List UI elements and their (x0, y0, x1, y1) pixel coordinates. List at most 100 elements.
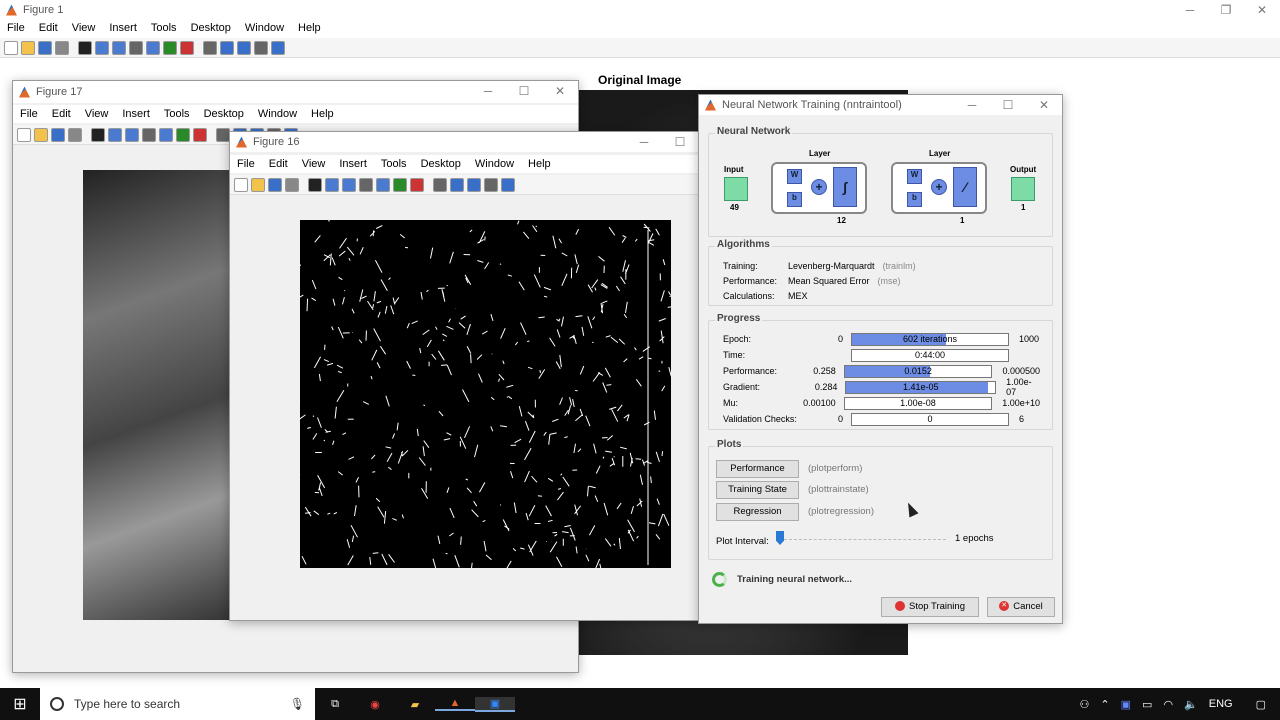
menu-view[interactable]: View (295, 155, 333, 173)
menu-edit[interactable]: Edit (32, 19, 65, 37)
stop-training-button[interactable]: Stop Training (881, 597, 979, 617)
menu-insert[interactable]: Insert (102, 19, 144, 37)
menu-edit[interactable]: Edit (262, 155, 295, 173)
brush-icon[interactable] (410, 177, 424, 192)
maximize-button[interactable]: ☐ (506, 81, 542, 101)
data-cursor-icon[interactable] (176, 127, 190, 142)
link-icon[interactable] (450, 177, 464, 192)
brush-icon[interactable] (180, 40, 194, 55)
menu-file[interactable]: File (0, 19, 32, 37)
new-icon[interactable] (17, 127, 31, 142)
menu-window[interactable]: Window (468, 155, 521, 173)
new-icon[interactable] (234, 177, 248, 192)
plot-regression-button[interactable]: Regression (716, 503, 799, 521)
maximize-button[interactable]: ☐ (662, 132, 698, 152)
language-indicator[interactable]: ENG (1209, 698, 1233, 710)
cancel-button[interactable]: ✕ Cancel (987, 597, 1055, 617)
menu-desktop[interactable]: Desktop (197, 105, 251, 123)
pan-icon[interactable] (142, 127, 156, 142)
show-hidden-icons[interactable]: ⌃ (1100, 698, 1109, 711)
menu-insert[interactable]: Insert (115, 105, 157, 123)
menu-tools[interactable]: Tools (157, 105, 197, 123)
minimize-button[interactable]: ─ (954, 95, 990, 115)
task-view-icon[interactable]: ⧉ (315, 698, 355, 711)
dropdown-icon[interactable] (433, 177, 447, 192)
menu-view[interactable]: View (78, 105, 116, 123)
menu-view[interactable]: View (65, 19, 103, 37)
minimize-button[interactable]: ─ (470, 81, 506, 101)
save-icon[interactable] (51, 127, 65, 142)
minimize-button[interactable]: ─ (1172, 0, 1208, 20)
rotate-icon[interactable] (159, 127, 173, 142)
minimize-button[interactable]: ─ (626, 132, 662, 152)
print-icon[interactable] (68, 127, 82, 142)
chrome-icon[interactable]: ◉ (355, 698, 395, 711)
microphone-icon[interactable]: 🎙 (290, 697, 305, 711)
open-icon[interactable] (34, 127, 48, 142)
pointer-icon[interactable] (91, 127, 105, 142)
rotate-icon[interactable] (376, 177, 390, 192)
property-icon[interactable] (271, 40, 285, 55)
start-button[interactable]: ⊞ (0, 694, 40, 714)
menu-file[interactable]: File (13, 105, 45, 123)
brush-icon[interactable] (193, 127, 207, 142)
colorbar-icon[interactable] (467, 177, 481, 192)
menu-window[interactable]: Window (251, 105, 304, 123)
colorbar-icon[interactable] (237, 40, 251, 55)
menu-desktop[interactable]: Desktop (184, 19, 238, 37)
plot-interval-slider[interactable] (779, 539, 946, 542)
legend-icon[interactable] (484, 177, 498, 192)
data-cursor-icon[interactable] (393, 177, 407, 192)
zoom-out-icon[interactable] (342, 177, 356, 192)
pointer-icon[interactable] (308, 177, 322, 192)
notifications-icon[interactable]: ▢ (1256, 698, 1266, 711)
close-button[interactable]: ✕ (542, 81, 578, 101)
plot-training-state-button[interactable]: Training State (716, 481, 799, 499)
matlab-taskbar-icon[interactable]: ▲ (435, 697, 475, 711)
zoom-in-icon[interactable] (325, 177, 339, 192)
open-icon[interactable] (251, 177, 265, 192)
menu-help[interactable]: Help (291, 19, 328, 37)
menu-file[interactable]: File (230, 155, 262, 173)
rotate-icon[interactable] (146, 40, 160, 55)
search-box[interactable]: Type here to search 🎙 (40, 688, 315, 720)
zoom-out-icon[interactable] (112, 40, 126, 55)
app-taskbar-icon[interactable]: ▣ (475, 696, 515, 712)
file-explorer-icon[interactable]: ▰ (395, 698, 435, 711)
volume-icon[interactable]: 🔈 (1184, 698, 1198, 711)
zoom-in-icon[interactable] (108, 127, 122, 142)
legend-icon[interactable] (254, 40, 268, 55)
maximize-button[interactable]: ❐ (1208, 0, 1244, 20)
save-icon[interactable] (268, 177, 282, 192)
print-icon[interactable] (285, 177, 299, 192)
plot-performance-button[interactable]: Performance (716, 460, 799, 478)
data-cursor-icon[interactable] (163, 40, 177, 55)
menu-desktop[interactable]: Desktop (414, 155, 468, 173)
tray-app-icon[interactable]: ▣ (1121, 698, 1131, 711)
dropdown-icon[interactable] (203, 40, 217, 55)
link-icon[interactable] (220, 40, 234, 55)
property-icon[interactable] (501, 177, 515, 192)
new-icon[interactable] (4, 40, 18, 55)
maximize-button[interactable]: ☐ (990, 95, 1026, 115)
print-icon[interactable] (55, 40, 69, 55)
close-button[interactable]: ✕ (1026, 95, 1062, 115)
dropdown-icon[interactable] (216, 127, 230, 142)
close-button[interactable]: ✕ (1244, 0, 1280, 20)
battery-icon[interactable]: ▭ (1142, 698, 1152, 711)
people-icon[interactable]: ⚇ (1080, 698, 1090, 711)
slider-thumb[interactable] (776, 531, 784, 545)
menu-help[interactable]: Help (304, 105, 341, 123)
pan-icon[interactable] (359, 177, 373, 192)
menu-edit[interactable]: Edit (45, 105, 78, 123)
zoom-in-icon[interactable] (95, 40, 109, 55)
menu-help[interactable]: Help (521, 155, 558, 173)
pointer-icon[interactable] (78, 40, 92, 55)
pan-icon[interactable] (129, 40, 143, 55)
menu-insert[interactable]: Insert (332, 155, 374, 173)
menu-tools[interactable]: Tools (374, 155, 414, 173)
menu-tools[interactable]: Tools (144, 19, 184, 37)
zoom-out-icon[interactable] (125, 127, 139, 142)
menu-window[interactable]: Window (238, 19, 291, 37)
wifi-icon[interactable]: ◠ (1163, 698, 1173, 711)
